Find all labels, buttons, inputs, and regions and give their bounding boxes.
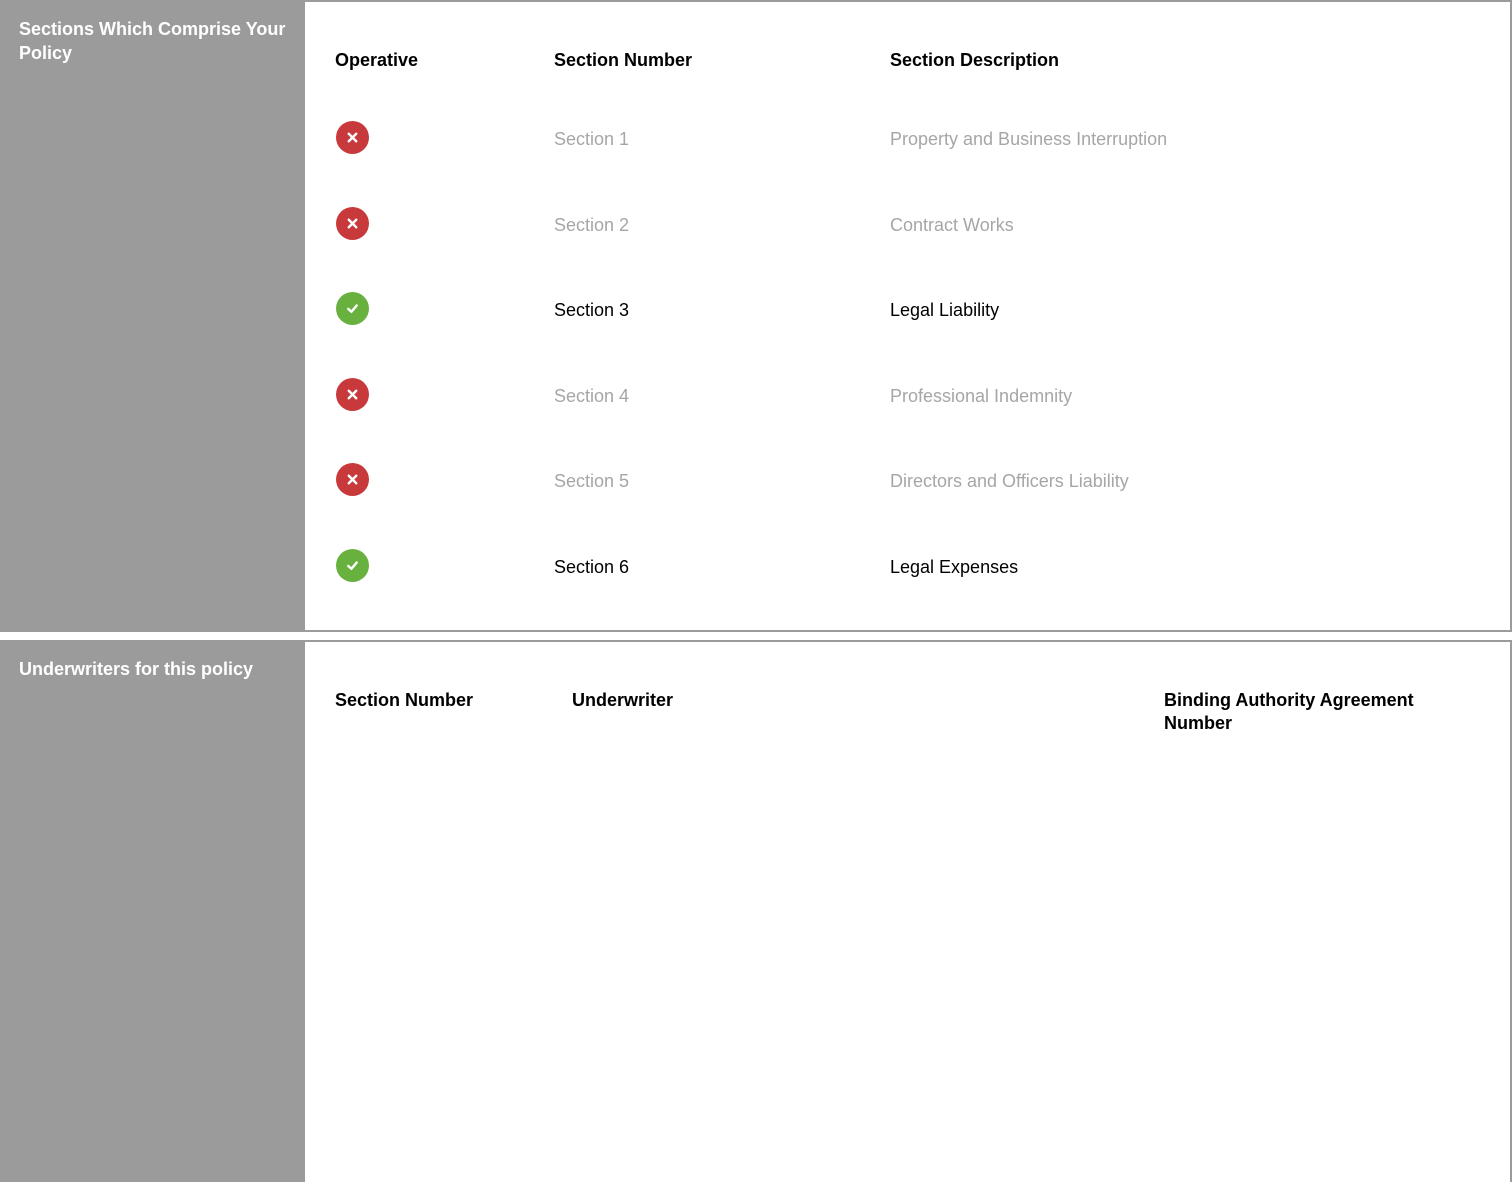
section-row-3: Section 3 Legal Liability [305, 290, 1510, 330]
section-description: Contract Works [890, 215, 1014, 235]
cross-icon [336, 378, 369, 411]
section-number: Section 1 [554, 129, 630, 149]
check-icon [336, 292, 369, 325]
sections-panel-title: Sections Which Comprise Your Policy [0, 0, 305, 632]
section-number: Section 3 [554, 300, 630, 320]
section-number: Section 6 [554, 557, 630, 577]
section-number: Section 5 [554, 471, 630, 491]
section-number: Section 4 [554, 386, 630, 406]
section-row-4: Section 4 Professional Indemnity [305, 376, 1510, 416]
cross-icon [336, 121, 369, 154]
section-row-5: Section 5 Directors and Officers Liabili… [305, 461, 1510, 501]
section-number: Section 2 [554, 215, 630, 235]
section-description: Legal Liability [890, 300, 1000, 320]
sections-panel: Sections Which Comprise Your Policy Oper… [0, 0, 1512, 632]
section-description: Directors and Officers Liability [890, 471, 1129, 491]
header-binding-authority: Binding Authority Agreement Number [1164, 690, 1414, 733]
header-operative: Operative [335, 50, 419, 70]
check-icon [336, 549, 369, 582]
header-underwriter: Underwriter [572, 690, 674, 710]
underwriters-table: Section Number Underwriter Binding Autho… [305, 640, 1512, 1182]
header-section-number: Section Number [554, 50, 693, 70]
section-row-2: Section 2 Contract Works [305, 205, 1510, 245]
cross-icon [336, 207, 369, 240]
underwriters-panel-title: Underwriters for this policy [0, 640, 305, 1182]
header-section-description: Section Description [890, 50, 1060, 70]
section-row-6: Section 6 Legal Expenses [305, 547, 1510, 587]
cross-icon [336, 463, 369, 496]
header-section-number: Section Number [335, 690, 474, 710]
section-description: Property and Business Interruption [890, 129, 1168, 149]
section-description: Legal Expenses [890, 557, 1019, 577]
section-description: Professional Indemnity [890, 386, 1073, 406]
sections-table: Operative Section Number Section Descrip… [305, 0, 1512, 632]
section-row-1: Section 1 Property and Business Interrup… [305, 119, 1510, 159]
underwriters-panel: Underwriters for this policy Section Num… [0, 640, 1512, 1182]
